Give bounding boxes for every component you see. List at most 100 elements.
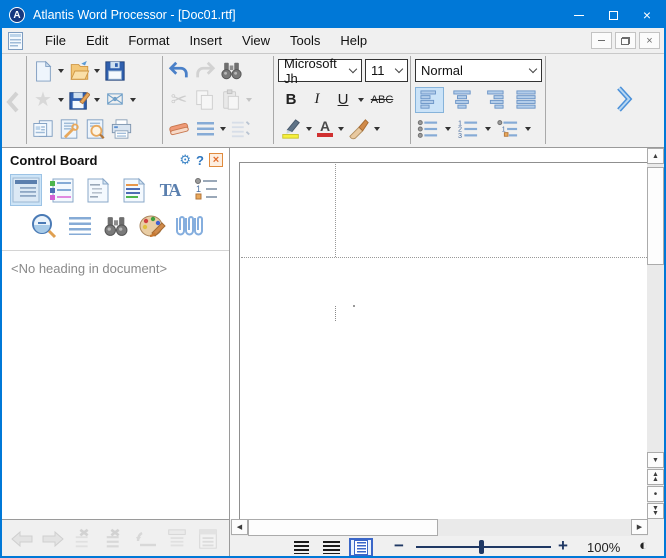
toolbar-scroll-left-button[interactable] xyxy=(3,87,23,117)
browse-object-button[interactable]: • xyxy=(647,486,664,502)
doc-close-button[interactable]: × xyxy=(639,32,660,49)
menu-item-view[interactable]: View xyxy=(232,30,280,51)
save-button[interactable] xyxy=(102,58,128,84)
print-preview-button[interactable] xyxy=(82,116,108,142)
menu-item-insert[interactable]: Insert xyxy=(180,30,233,51)
forward-button[interactable] xyxy=(40,526,66,552)
undo-button[interactable] xyxy=(166,58,192,84)
font-name-select[interactable]: Microsoft Jh xyxy=(278,59,362,82)
menu-item-format[interactable]: Format xyxy=(118,30,179,51)
doc-restore-button[interactable] xyxy=(615,32,636,49)
find-button[interactable] xyxy=(218,58,244,84)
menu-item-tools[interactable]: Tools xyxy=(280,30,330,51)
document-options-button[interactable] xyxy=(56,116,82,142)
bullet-list-dropdown[interactable] xyxy=(443,117,453,141)
zoom-out-button[interactable]: − xyxy=(394,536,404,556)
vertical-scroll-thumb[interactable] xyxy=(647,167,664,265)
bullet-list-button[interactable] xyxy=(415,116,441,142)
open-document-dropdown[interactable] xyxy=(92,59,102,83)
colors-tab[interactable] xyxy=(136,210,168,242)
web-view-button[interactable] xyxy=(319,538,343,557)
cut-button[interactable]: ✂ xyxy=(166,87,192,113)
control-board-settings-button[interactable]: ⚙ xyxy=(179,152,191,168)
page-setup-button[interactable] xyxy=(195,526,221,552)
underline-button[interactable]: U xyxy=(330,91,356,108)
menu-item-help[interactable]: Help xyxy=(330,30,377,51)
font-color-button[interactable]: A xyxy=(314,116,336,142)
remove-marker-button[interactable] xyxy=(71,526,97,552)
control-board-close-button[interactable]: × xyxy=(209,153,223,167)
vertical-scrollbar[interactable]: ▲ ▼ ▲▲ • ▼▼ xyxy=(647,148,664,520)
eraser-button[interactable] xyxy=(166,116,192,142)
email-dropdown[interactable] xyxy=(128,88,138,112)
style-select[interactable]: Normal xyxy=(415,59,542,82)
zoom-slider-thumb[interactable] xyxy=(479,540,484,554)
minimize-button[interactable] xyxy=(562,2,596,28)
zoom-in-button[interactable]: + xyxy=(558,536,568,556)
paste-button[interactable] xyxy=(218,87,244,113)
styles-tab[interactable] xyxy=(118,174,150,206)
draft-view-button[interactable] xyxy=(289,538,313,557)
remove-all-markers-button[interactable] xyxy=(102,526,128,552)
save-as-dropdown[interactable] xyxy=(92,88,102,112)
underline-dropdown[interactable] xyxy=(356,88,366,112)
multilevel-list-button[interactable]: 1 xyxy=(495,116,521,142)
last-edit-position-button[interactable] xyxy=(133,526,159,552)
favorites-dropdown[interactable] xyxy=(56,88,66,112)
print-button[interactable] xyxy=(108,116,134,142)
menu-item-edit[interactable]: Edit xyxy=(76,30,118,51)
highlight-dropdown[interactable] xyxy=(304,117,314,141)
email-button[interactable]: ✉ xyxy=(102,87,128,113)
maximize-button[interactable] xyxy=(596,2,630,28)
next-page-button[interactable]: ▼▼ xyxy=(647,503,664,519)
zoom-tab[interactable] xyxy=(28,210,60,242)
headings-tab[interactable] xyxy=(10,174,42,206)
find-tab[interactable] xyxy=(100,210,132,242)
lists-tab[interactable]: 1 xyxy=(190,174,222,206)
copy-button[interactable] xyxy=(192,87,218,113)
numbered-list-button[interactable]: 123 xyxy=(455,116,481,142)
align-justify-button[interactable] xyxy=(511,87,540,113)
zoom-slider[interactable] xyxy=(416,546,551,548)
new-document-dropdown[interactable] xyxy=(56,59,66,83)
document-properties-button[interactable] xyxy=(30,116,56,142)
highlight-button[interactable] xyxy=(278,116,304,142)
color-scheme-toggle[interactable]: ◐ xyxy=(639,537,648,554)
toolbar-scroll-right-button[interactable] xyxy=(614,84,634,114)
document-view[interactable] xyxy=(231,148,647,520)
control-board-help-button[interactable]: ? xyxy=(196,153,204,168)
bookmarks-tab[interactable] xyxy=(46,174,78,206)
new-document-button[interactable] xyxy=(30,58,56,84)
format-painter-dropdown[interactable] xyxy=(372,117,382,141)
doc-minimize-button[interactable] xyxy=(591,32,612,49)
clips-tab[interactable] xyxy=(172,210,204,242)
menu-item-file[interactable]: File xyxy=(35,30,76,51)
horizontal-scroll-thumb[interactable] xyxy=(248,519,438,536)
scroll-right-button[interactable]: ▶ xyxy=(631,519,648,535)
horizontal-scrollbar[interactable]: ◀ ▶ xyxy=(231,519,664,536)
align-center-button[interactable] xyxy=(447,87,476,113)
back-button[interactable] xyxy=(9,526,35,552)
fonts-tab[interactable]: TA xyxy=(154,174,186,206)
save-as-button[interactable] xyxy=(66,87,92,113)
paragraph-format-button[interactable] xyxy=(192,116,218,142)
strikethrough-button[interactable]: ABC xyxy=(366,94,398,106)
paste-dropdown[interactable] xyxy=(244,88,254,112)
align-left-button[interactable] xyxy=(415,87,444,113)
open-document-button[interactable] xyxy=(66,58,92,84)
scroll-left-button[interactable]: ◀ xyxy=(231,519,248,535)
page-view-button[interactable] xyxy=(349,538,373,557)
paragraph-format-dropdown[interactable] xyxy=(218,117,228,141)
previous-page-button[interactable]: ▲▲ xyxy=(647,469,664,485)
sort-lines-button[interactable] xyxy=(228,116,254,142)
font-color-dropdown[interactable] xyxy=(336,117,346,141)
outline-tab[interactable] xyxy=(82,174,114,206)
format-painter-button[interactable] xyxy=(346,116,372,142)
numbered-list-dropdown[interactable] xyxy=(483,117,493,141)
italic-button[interactable]: I xyxy=(304,91,330,108)
multilevel-list-dropdown[interactable] xyxy=(523,117,533,141)
favorites-star-button[interactable]: ★ xyxy=(30,87,56,113)
zoom-percent-value[interactable]: 100% xyxy=(587,540,620,555)
bold-button[interactable]: B xyxy=(278,91,304,108)
redo-button[interactable] xyxy=(192,58,218,84)
